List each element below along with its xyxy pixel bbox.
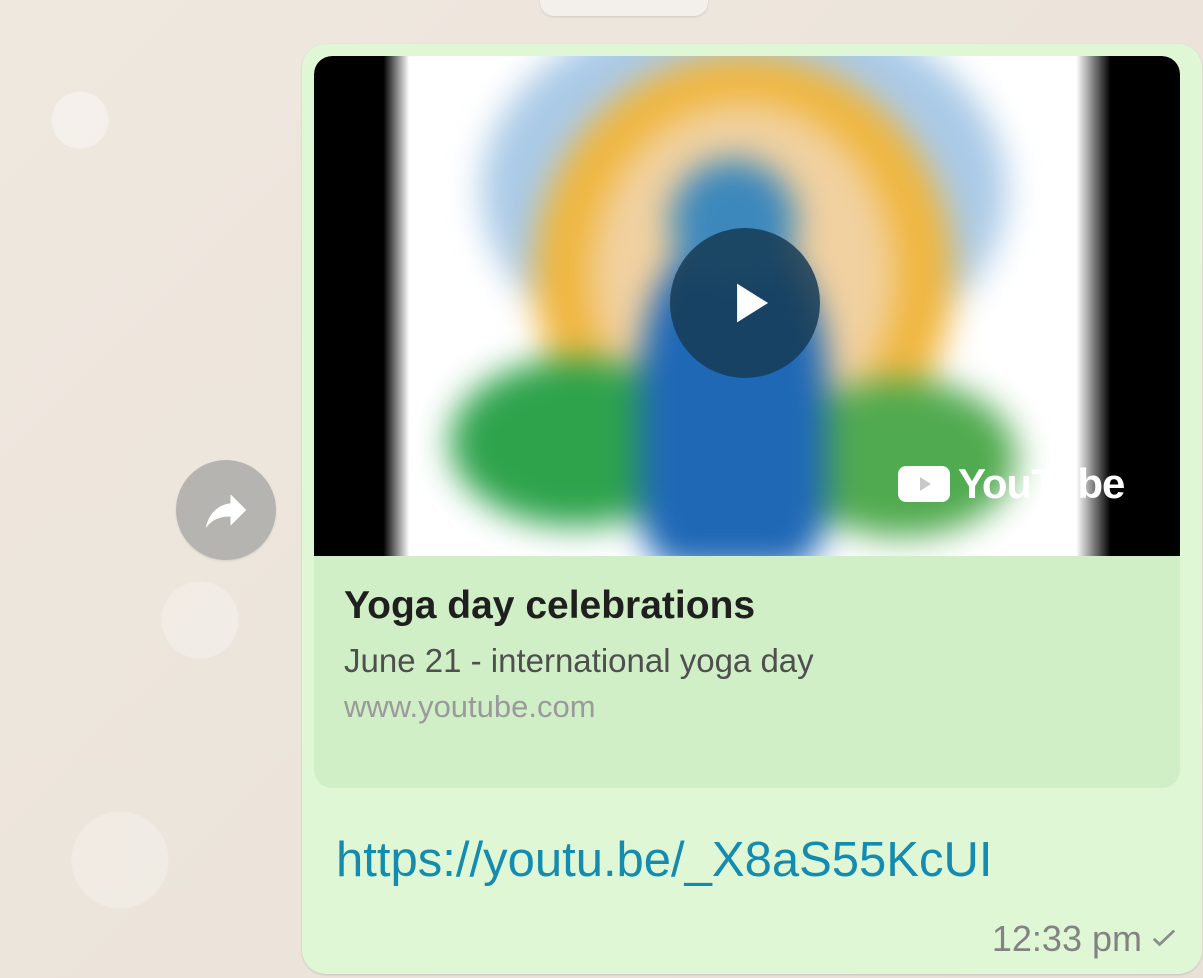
preview-text-block: Yoga day celebrations June 21 - internat… — [344, 584, 1156, 726]
youtube-logo: YouTube — [898, 460, 1125, 508]
forward-button[interactable] — [176, 460, 276, 560]
preview-description: June 21 - international yoga day — [344, 641, 814, 679]
check-icon — [1153, 930, 1175, 946]
play-button[interactable] — [670, 228, 820, 378]
play-icon — [737, 283, 769, 323]
top-message-pill — [540, 0, 708, 16]
message-meta: 12:33 pm — [992, 918, 1178, 960]
message-time: 12:33 pm — [991, 918, 1142, 959]
preview-title[interactable]: Yoga day celebrations — [344, 584, 1156, 629]
youtube-play-icon — [898, 466, 950, 502]
preview-domain: www.youtube.com — [344, 689, 596, 725]
video-thumbnail[interactable]: YouTube — [314, 56, 1180, 556]
message-link[interactable]: https://youtu.be/_X8aS55KcUI — [336, 833, 992, 888]
link-preview-card[interactable]: YouTube Yoga day celebrations June 21 - … — [314, 56, 1180, 788]
forward-icon — [205, 494, 247, 528]
youtube-play-triangle — [919, 477, 931, 491]
youtube-wordmark: YouTube — [958, 460, 1125, 507]
message-bubble: YouTube Yoga day celebrations June 21 - … — [302, 44, 1202, 974]
